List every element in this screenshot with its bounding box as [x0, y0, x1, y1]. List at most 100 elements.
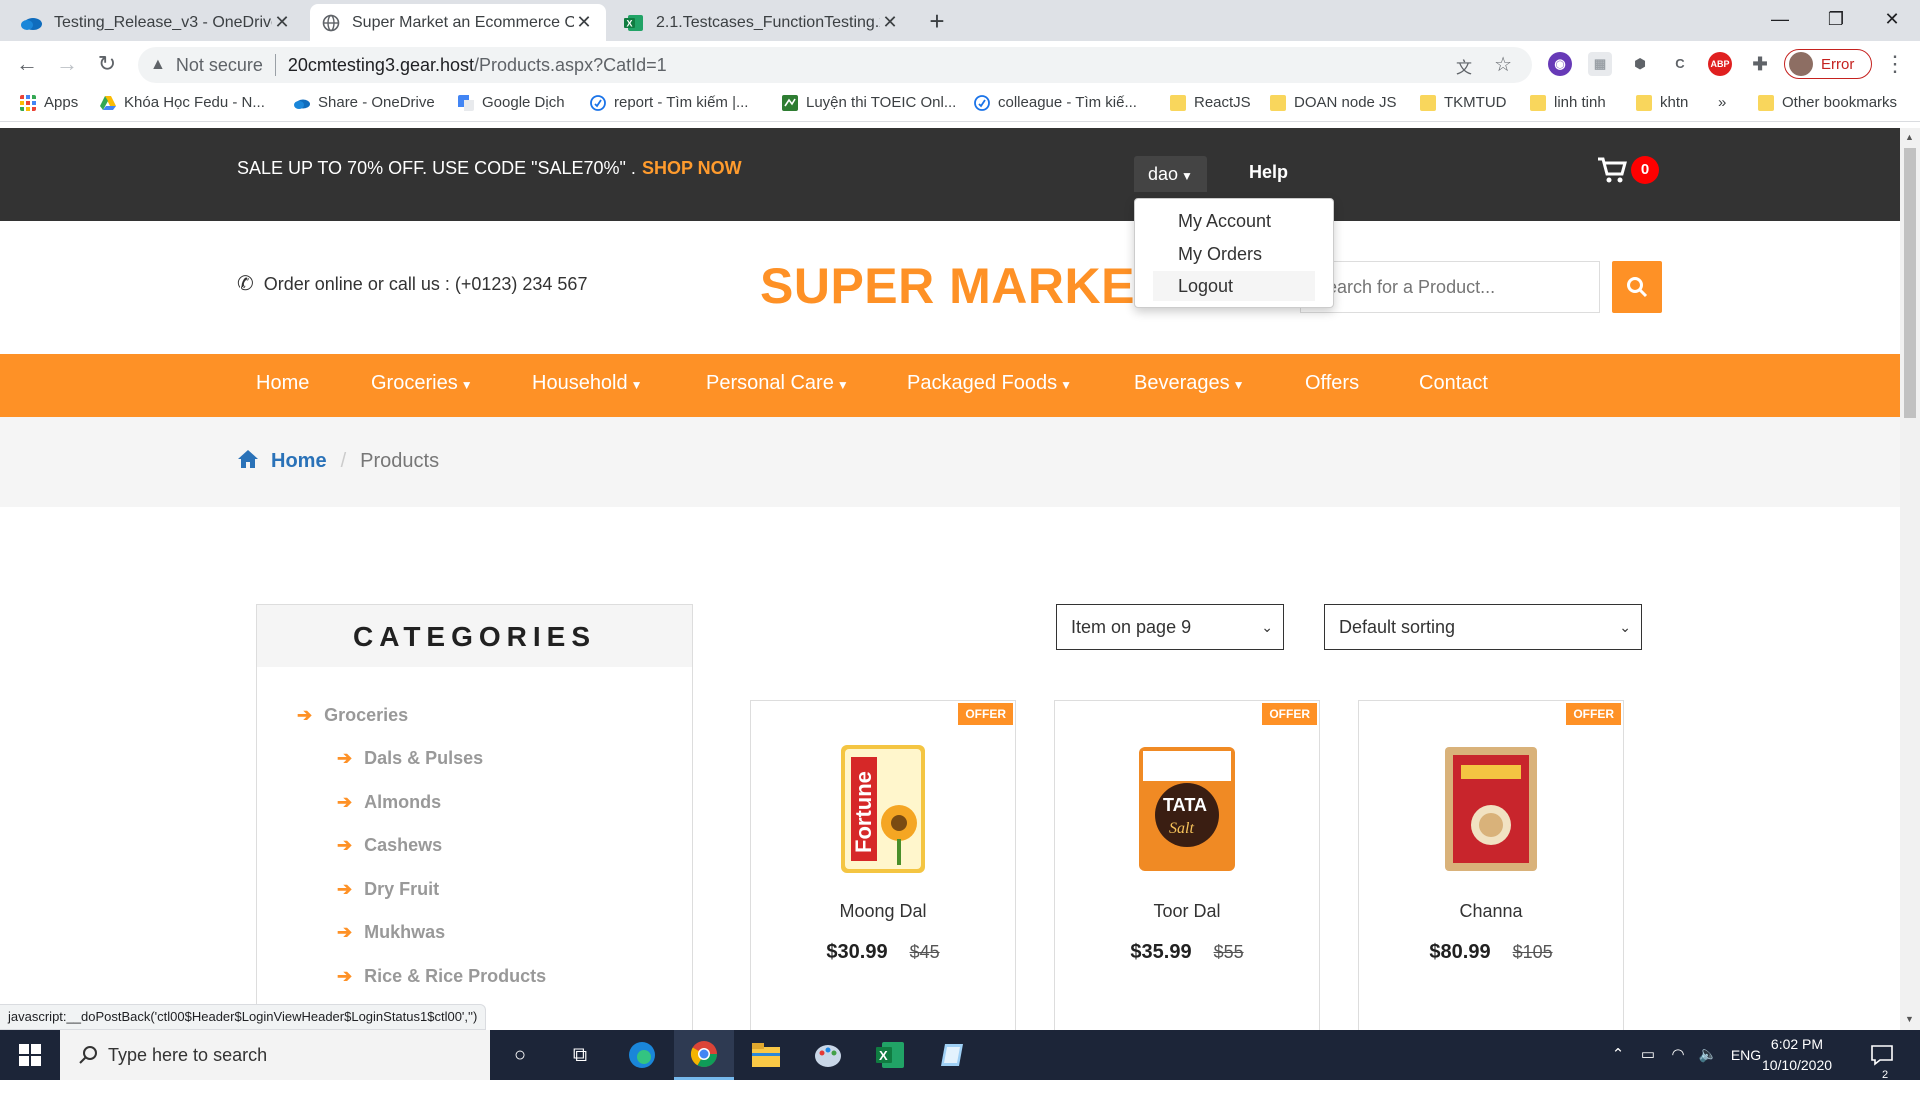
subcategory-dry-fruit[interactable]: ➔ Dry Fruit: [337, 879, 439, 900]
nav-contact[interactable]: Contact: [1419, 372, 1488, 395]
bookmark-fedu[interactable]: Khóa Học Fedu - N...: [100, 94, 265, 111]
volume-icon[interactable]: 🔈: [1694, 1030, 1722, 1080]
more-bookmarks-button[interactable]: »: [1718, 94, 1726, 111]
profile-button[interactable]: Error: [1784, 49, 1872, 79]
close-tab-icon[interactable]: ✕: [272, 12, 292, 33]
wifi-icon[interactable]: ◠: [1664, 1030, 1692, 1080]
cortana-icon[interactable]: ○: [490, 1030, 550, 1080]
bookmark-folder-reactjs[interactable]: ReactJS: [1170, 94, 1251, 111]
chevron-down-icon: ⌄: [1261, 619, 1273, 635]
product-image-tata-salt[interactable]: TATA Salt: [1125, 741, 1249, 877]
chevron-up-icon[interactable]: ⌃: [1604, 1030, 1632, 1080]
shop-now-link[interactable]: SHOP NOW: [642, 158, 742, 178]
task-view-icon[interactable]: ⧉: [550, 1030, 610, 1080]
taskbar-clock[interactable]: 6:02 PM 10/10/2020: [1752, 1034, 1842, 1076]
subcategory-rice-products[interactable]: ➔ Rice & Rice Products: [337, 966, 546, 987]
translate-icon[interactable]: 文: [1456, 54, 1472, 78]
new-tab-button[interactable]: +: [922, 6, 952, 36]
menu-kebab-icon[interactable]: ⋮: [1878, 47, 1912, 81]
product-search-input[interactable]: [1300, 261, 1600, 313]
nav-household[interactable]: Household ▼: [532, 372, 643, 395]
product-image-fortune-oil[interactable]: Fortune: [831, 741, 935, 877]
bookmark-folder-linh-tinh[interactable]: linh tinh: [1530, 94, 1606, 111]
adblock-icon[interactable]: ABP: [1708, 52, 1732, 76]
bookmark-folder-doan[interactable]: DOAN node JS: [1270, 94, 1397, 111]
excel-icon[interactable]: X: [860, 1030, 920, 1080]
product-card[interactable]: OFFER Fortune Moong Dal $30.99 $45: [750, 700, 1016, 1030]
nav-groceries[interactable]: Groceries ▼: [371, 372, 473, 395]
bookmark-apps[interactable]: Apps: [20, 94, 78, 111]
product-card[interactable]: OFFER Channa $80.99 $105: [1358, 700, 1624, 1030]
nav-offers[interactable]: Offers: [1305, 372, 1359, 395]
address-bar[interactable]: ▲ Not secure 20cmtesting3.gear.host/Prod…: [138, 47, 1532, 83]
nav-beverages[interactable]: Beverages ▼: [1134, 372, 1245, 395]
logout-link[interactable]: Logout: [1153, 271, 1315, 301]
edge-icon[interactable]: [612, 1030, 672, 1080]
product-name[interactable]: Toor Dal: [1055, 901, 1319, 922]
product-name[interactable]: Moong Dal: [751, 901, 1015, 922]
bookmark-report[interactable]: report - Tìm kiếm |...: [590, 94, 748, 111]
start-button[interactable]: [0, 1030, 60, 1080]
site-logo[interactable]: SUPER MARKET: [760, 257, 1166, 315]
restore-button[interactable]: ❐: [1808, 0, 1864, 41]
subcategory-cashews[interactable]: ➔ Cashews: [337, 835, 442, 856]
subcategory-almonds[interactable]: ➔ Almonds: [337, 792, 441, 813]
sorting-select[interactable]: Default sorting ⌄: [1324, 604, 1642, 650]
bookmark-folder-tkmtud[interactable]: TKMTUD: [1420, 94, 1507, 111]
cube-extension-icon[interactable]: ⬢: [1628, 52, 1652, 76]
scroll-up-icon[interactable]: ▲: [1905, 132, 1914, 142]
minimize-button[interactable]: —: [1752, 0, 1808, 41]
color-picker-extension-icon[interactable]: ◉: [1548, 52, 1572, 76]
product-image-aashirvaad[interactable]: [1439, 741, 1543, 877]
scrollbar-thumb[interactable]: [1904, 148, 1916, 418]
extension-icon[interactable]: ▦: [1588, 52, 1612, 76]
breadcrumb-home-link[interactable]: Home: [271, 450, 327, 472]
bookmark-folder-other[interactable]: Other bookmarks: [1758, 94, 1897, 111]
bookmark-onedrive[interactable]: Share - OneDrive: [294, 94, 435, 111]
tab-excel-testcases[interactable]: X 2.1.Testcases_FunctionTesting.xlsx ✕: [612, 4, 912, 41]
chrome-icon[interactable]: [674, 1030, 734, 1080]
bookmark-colleague[interactable]: colleague - Tìm kiế...: [974, 94, 1137, 111]
tab-onedrive[interactable]: Testing_Release_v3 - OneDrive ✕: [8, 4, 304, 41]
taskbar-search-box[interactable]: Type here to search: [60, 1030, 490, 1080]
close-tab-icon[interactable]: ✕: [880, 12, 900, 33]
product-name[interactable]: Channa: [1359, 901, 1623, 922]
bookmark-toeic[interactable]: Luyện thi TOEIC Onl...: [782, 94, 956, 111]
file-explorer-icon[interactable]: [736, 1030, 796, 1080]
svg-text:Salt: Salt: [1169, 820, 1194, 837]
code-extension-icon[interactable]: C: [1668, 52, 1692, 76]
bookmark-star-icon[interactable]: ☆: [1494, 52, 1512, 77]
category-groceries[interactable]: ➔ Groceries: [297, 705, 408, 726]
battery-icon[interactable]: ▭: [1634, 1030, 1662, 1080]
cart-icon[interactable]: [1597, 156, 1627, 186]
caret-down-icon: ▼: [630, 378, 643, 392]
back-arrow-icon[interactable]: ←: [10, 47, 44, 81]
product-card[interactable]: OFFER TATA Salt Toor Dal $35.99 $55: [1054, 700, 1320, 1030]
close-window-button[interactable]: ✕: [1864, 0, 1920, 41]
subcategory-dals-pulses[interactable]: ➔ Dals & Pulses: [337, 748, 483, 769]
help-link[interactable]: Help: [1249, 162, 1288, 183]
close-tab-icon[interactable]: ✕: [574, 12, 594, 33]
notifications-icon[interactable]: 2: [1862, 1030, 1902, 1081]
puzzle-extensions-icon[interactable]: ✚: [1748, 52, 1772, 76]
scroll-down-icon[interactable]: ▼: [1905, 1014, 1914, 1024]
nav-packaged-foods[interactable]: Packaged Foods ▼: [907, 372, 1072, 395]
nav-home[interactable]: Home: [256, 372, 309, 395]
tab-super-market[interactable]: Super Market an Ecommerce Onl ✕: [310, 4, 606, 41]
search-button[interactable]: [1612, 261, 1662, 313]
arrow-right-icon: ➔: [337, 792, 353, 812]
bookmark-google-translate[interactable]: Google Dịch: [458, 94, 565, 111]
my-orders-link[interactable]: My Orders: [1153, 239, 1315, 269]
forward-arrow-icon[interactable]: →: [50, 47, 84, 81]
subcategory-mukhwas[interactable]: ➔ Mukhwas: [337, 922, 445, 943]
folder-icon: [1530, 94, 1546, 111]
notepad-app-icon[interactable]: [922, 1030, 982, 1080]
current-price: $80.99: [1429, 941, 1491, 963]
nav-personal-care[interactable]: Personal Care ▼: [706, 372, 849, 395]
reload-icon[interactable]: ↻: [90, 47, 124, 81]
paint-icon[interactable]: [798, 1030, 858, 1080]
my-account-link[interactable]: My Account: [1153, 206, 1315, 236]
bookmark-folder-khtn[interactable]: khtn: [1636, 94, 1688, 111]
user-menu-toggle[interactable]: dao ▼: [1134, 156, 1207, 192]
items-per-page-select[interactable]: Item on page 9 ⌄: [1056, 604, 1284, 650]
